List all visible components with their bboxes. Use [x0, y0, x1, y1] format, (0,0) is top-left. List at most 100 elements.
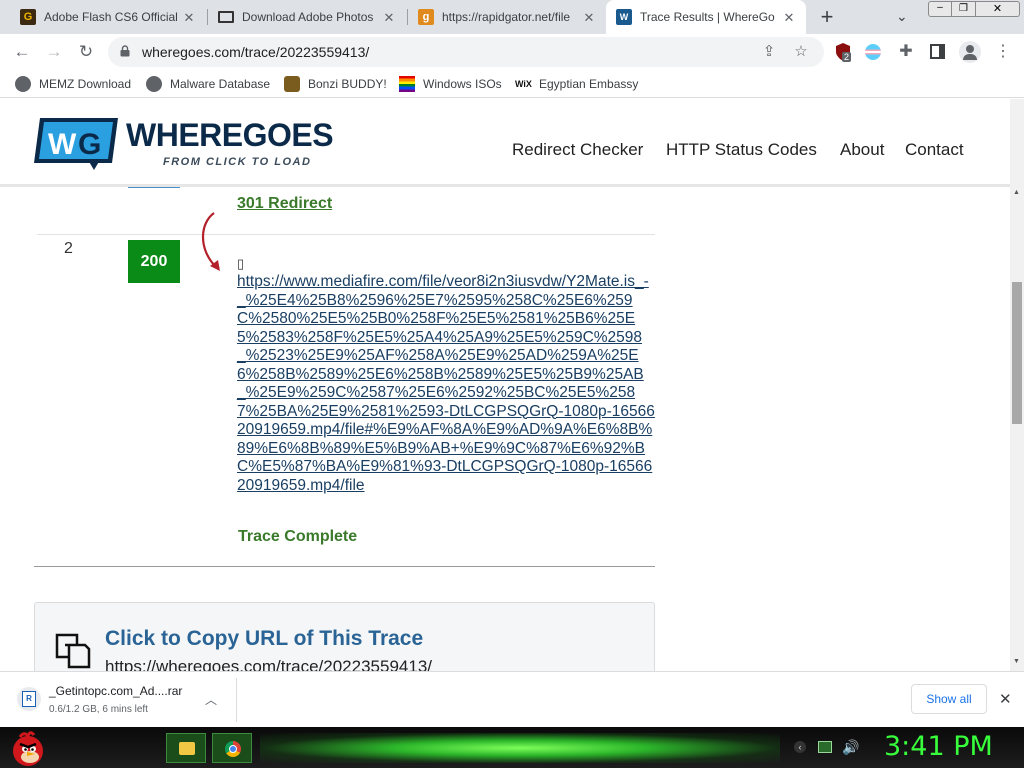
tab-trace-results[interactable]: W Trace Results | WhereGoe ✕ [606, 0, 806, 34]
taskbar-clock[interactable]: 3:41 PM [884, 731, 993, 762]
bonzi-icon [284, 76, 300, 92]
prev-status-link[interactable]: 301 Redirect [237, 195, 332, 213]
nav-redirect-checker[interactable]: Redirect Checker [512, 140, 643, 160]
globe-icon [15, 76, 31, 92]
close-download-shelf-icon[interactable]: ✕ [999, 690, 1012, 708]
rainbow-flag-icon [399, 76, 415, 92]
profile-avatar-icon[interactable] [959, 41, 981, 63]
svg-text:W: W [48, 128, 77, 161]
bookmark-label: Windows ISOs [423, 77, 502, 91]
side-panel-icon[interactable] [930, 44, 945, 59]
wix-icon: WiX [515, 79, 532, 89]
share-icon[interactable]: ⇪ [758, 41, 780, 63]
taskbar-file-explorer[interactable] [166, 733, 206, 763]
tab-download-photoshop[interactable]: Download Adobe Photos ✕ [208, 0, 406, 34]
site-header: W G WHEREGOES FROM CLICK TO LOAD Redirec… [0, 99, 1010, 187]
tab-title: Trace Results | WhereGoe [640, 10, 775, 24]
bookmark-egyptian-embassy[interactable]: WiX Egyptian Embassy [515, 76, 638, 92]
bookmark-label: Bonzi BUDDY! [308, 77, 387, 91]
site-logo-text[interactable]: WHEREGOES [126, 117, 334, 154]
copy-icon [55, 633, 91, 669]
bookmark-star-icon[interactable]: ☆ [790, 41, 812, 63]
tray-expand-icon[interactable]: ‹ [794, 741, 806, 753]
missing-glyph: ▯ [237, 256, 245, 271]
tab-title: Download Adobe Photos [242, 10, 374, 24]
row-number: 2 [64, 240, 73, 257]
copy-trace-box[interactable]: Click to Copy URL of This Trace https://… [34, 602, 655, 671]
chrome-icon [225, 741, 241, 757]
folder-icon [179, 742, 195, 755]
lock-icon[interactable] [120, 45, 130, 57]
reload-icon[interactable]: ↻ [75, 41, 97, 63]
volume-icon[interactable]: 🔊 [842, 739, 859, 756]
download-shelf: R _Getintopc.com_Ad....rar 0.6/1.2 GB, 6… [0, 671, 1024, 727]
ublock-extension-icon[interactable]: 2 [834, 42, 852, 62]
tab-strip: G Adobe Flash CS6 Official ✕ Download Ad… [0, 0, 1024, 34]
bookmarks-bar: MEMZ Download Malware Database Bonzi BUD… [0, 70, 1024, 98]
nav-contact[interactable]: Contact [905, 140, 964, 160]
wheregoes-logo-icon[interactable]: W G [34, 116, 118, 171]
tab-title: https://rapidgator.net/file [442, 10, 571, 24]
page-content: W G WHEREGOES FROM CLICK TO LOAD Redirec… [0, 99, 1010, 671]
close-window-icon[interactable]: ✕ [976, 1, 1020, 17]
close-tab-icon[interactable]: ✕ [782, 10, 796, 26]
nav-about[interactable]: About [840, 140, 884, 160]
bookmark-malware-database[interactable]: Malware Database [146, 76, 270, 92]
back-arrow-icon[interactable]: ← [11, 41, 33, 63]
taskbar-chrome[interactable] [212, 733, 252, 763]
bookmark-label: Egyptian Embassy [539, 77, 639, 91]
bookmark-label: MEMZ Download [39, 77, 132, 91]
extension-badge: 2 [842, 52, 852, 62]
scroll-down-arrow-icon[interactable]: ▼ [1013, 658, 1020, 665]
svg-text:G: G [78, 128, 101, 161]
globe-icon [146, 76, 162, 92]
pride-extension-icon[interactable] [865, 44, 881, 60]
bookmark-memz[interactable]: MEMZ Download [15, 76, 131, 92]
tab-title: Adobe Flash CS6 Official [44, 10, 178, 24]
show-all-downloads-button[interactable]: Show all [911, 684, 987, 714]
bookmark-bonzi-buddy[interactable]: Bonzi BUDDY! [284, 76, 387, 92]
taskbar-glow [260, 733, 780, 763]
download-chevron-up-icon[interactable]: ︿ [205, 691, 217, 708]
bookmark-label: Malware Database [170, 77, 271, 91]
redirect-arrow-icon [202, 212, 220, 271]
wheregoes-favicon-icon: W [616, 9, 632, 25]
g-favicon-icon: G [20, 9, 36, 25]
restore-icon[interactable]: ❐ [952, 1, 976, 17]
rapidgator-icon: g [418, 9, 434, 25]
extensions-puzzle-icon[interactable]: ✚ [895, 41, 917, 63]
os-taskbar: ‹ 🔊 3:41 PM [0, 727, 1024, 768]
rar-file-icon: R [17, 687, 41, 711]
monitor-icon [218, 11, 234, 23]
tab-search-chevron-icon[interactable]: ⌄ [896, 8, 914, 26]
window-controls: – ❐ ✕ [928, 1, 1022, 18]
status-code-badge: 200 [128, 240, 180, 283]
trace-destination-link[interactable]: https://www.mediafire.com/file/veor8i2n3… [237, 273, 657, 495]
scrollbar-thumb[interactable] [1012, 282, 1022, 424]
close-tab-icon[interactable]: ✕ [182, 10, 196, 26]
copy-trace-title[interactable]: Click to Copy URL of This Trace [105, 627, 423, 651]
new-tab-plus-icon[interactable]: + [817, 5, 837, 29]
download-filename[interactable]: _Getintopc.com_Ad....rar [49, 684, 182, 698]
browser-toolbar: ← → ↻ wheregoes.com/trace/20223559413/ ⇪… [0, 34, 1024, 70]
bookmark-windows-isos[interactable]: Windows ISOs [399, 76, 502, 92]
address-bar[interactable]: wheregoes.com/trace/20223559413/ ⇪ ☆ [108, 37, 824, 67]
vertical-scrollbar[interactable]: ▲ ▼ [1010, 99, 1024, 671]
download-divider [236, 678, 237, 722]
trace-complete-text: Trace Complete [238, 528, 358, 545]
row-divider [37, 234, 655, 235]
tab-adobe-flash[interactable]: G Adobe Flash CS6 Official ✕ [10, 0, 206, 34]
angry-bird-start-icon[interactable] [8, 727, 48, 768]
tab-rapidgator[interactable]: g https://rapidgator.net/file ✕ [408, 0, 606, 34]
close-tab-icon[interactable]: ✕ [382, 10, 396, 26]
network-icon[interactable] [818, 741, 832, 753]
forward-arrow-icon[interactable]: → [43, 41, 65, 63]
minimize-icon[interactable]: – [928, 1, 952, 17]
download-status: 0.6/1.2 GB, 6 mins left [49, 704, 148, 715]
kebab-menu-icon[interactable]: ⋮ [992, 41, 1014, 63]
nav-http-status-codes[interactable]: HTTP Status Codes [666, 140, 817, 160]
close-tab-icon[interactable]: ✕ [582, 10, 596, 26]
scroll-up-arrow-icon[interactable]: ▲ [1013, 189, 1020, 196]
site-tagline: FROM CLICK TO LOAD [163, 156, 312, 168]
url-text: wheregoes.com/trace/20223559413/ [142, 44, 370, 60]
